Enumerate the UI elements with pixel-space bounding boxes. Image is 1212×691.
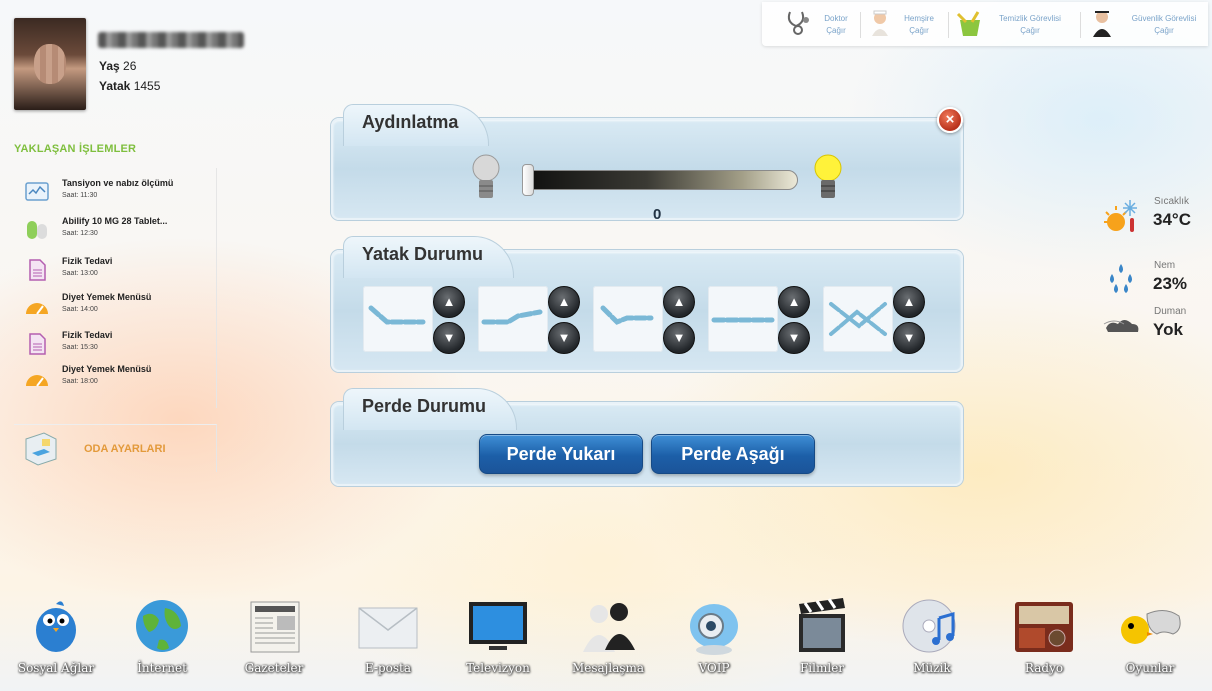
staff-call-bar: Doktor Çağır Hemşire Çağır Temizlik Göre… (762, 2, 1208, 46)
lighting-panel: Aydınlatma × 0 (331, 104, 963, 223)
dock-radio[interactable]: Radyo (1002, 596, 1086, 686)
bulb-on-icon (814, 154, 842, 198)
bed-sitting-icon (600, 305, 654, 325)
tv-icon (469, 602, 527, 650)
patient-bed: Yatak 1455 (99, 79, 161, 93)
dock-internet[interactable]: İnternet (120, 596, 204, 686)
curtain-up-button[interactable]: Perde Yukarı (479, 434, 643, 474)
clapperboard-icon (799, 598, 845, 652)
document-icon (29, 259, 46, 281)
dock-tv[interactable]: Televizyon (456, 596, 540, 686)
globe-icon (136, 600, 188, 652)
lighting-slider-track[interactable] (523, 170, 798, 190)
list-item[interactable]: Diyet Yemek Menüsü Saat: 14:00 (24, 292, 214, 324)
bed-legs-raised-icon (481, 309, 543, 325)
gauge-icon (26, 375, 48, 387)
temperature-widget: Sıcaklık 34°C (1100, 194, 1210, 240)
bed-head-up-button[interactable]: ▲ (433, 286, 465, 318)
gauge-icon (26, 303, 48, 315)
bed-flat-icon (711, 317, 775, 323)
dock-music[interactable]: Müzik (890, 596, 974, 686)
call-doctor-button[interactable]: Doktor Çağır (784, 6, 854, 42)
patient-photo (14, 18, 86, 110)
radio-icon (1015, 602, 1073, 652)
dock-games[interactable]: Oyunlar (1108, 596, 1192, 686)
list-item[interactable]: Tansiyon ve nabız ölçümü Saat: 11:30 (24, 178, 214, 210)
bed-flat-down-button[interactable]: ▼ (778, 322, 810, 354)
pill-icon (27, 221, 47, 239)
patient-age: Yaş 26 (99, 59, 137, 73)
bed-position-legs[interactable] (478, 286, 548, 352)
call-cleaning-button[interactable]: Temizlik Görevlisi Çağır (956, 6, 1074, 42)
lighting-value: 0 (653, 206, 662, 223)
dock-movies[interactable]: Filmler (780, 596, 864, 686)
music-cd-icon (902, 599, 956, 653)
bed-status-title: Yatak Durumu (343, 236, 515, 278)
upcoming-list: Tansiyon ve nabız ölçümü Saat: 11:30 Abil… (14, 168, 217, 408)
close-button[interactable]: × (937, 107, 963, 133)
newspaper-icon (250, 601, 300, 653)
bed-legs-down-button[interactable]: ▼ (548, 322, 580, 354)
bed-position-flat[interactable] (708, 286, 778, 352)
room-settings-button[interactable]: ODA AYARLARI (14, 424, 217, 472)
list-item[interactable]: Fizik Tedavi Saat: 15:30 (24, 330, 214, 362)
bed-position-sitting[interactable] (593, 286, 663, 352)
lighting-slider-handle[interactable] (522, 164, 534, 196)
curtain-panel: Perde Durumu Perde Yukarı Perde Aşağı (331, 388, 963, 486)
gamepad-icon (1121, 610, 1181, 644)
envelope-icon (358, 607, 418, 649)
cleaning-bucket-icon (956, 11, 980, 36)
smoke-widget: Duman Yok (1100, 306, 1210, 346)
patient-name-blurred (98, 32, 244, 48)
sun-snowflake-icon (1104, 200, 1137, 232)
list-item[interactable]: Diyet Yemek Menüsü Saat: 18:00 (24, 364, 214, 396)
bed-position-head[interactable] (363, 286, 433, 352)
curtain-title: Perde Durumu (343, 388, 518, 430)
room-icon (25, 432, 57, 466)
dock-voip[interactable]: VOIP (672, 596, 756, 686)
dock-messaging[interactable]: Mesajlaşma (566, 596, 650, 686)
bed-position-all[interactable] (823, 286, 893, 352)
dock-newspapers[interactable]: Gazeteler (232, 596, 316, 686)
chat-users-icon (583, 603, 635, 652)
call-nurse-button[interactable]: Hemşire Çağır (866, 6, 942, 42)
heart-monitor-icon (25, 182, 49, 201)
lighting-title: Aydınlatma (343, 104, 490, 146)
bed-sitting-down-button[interactable]: ▼ (663, 322, 695, 354)
curtain-down-button[interactable]: Perde Aşağı (651, 434, 815, 474)
dock-social[interactable]: Sosyal Ağlar (14, 596, 98, 686)
dock-email[interactable]: E-posta (346, 596, 430, 686)
document-icon (29, 333, 46, 355)
twitter-bird-icon (36, 601, 76, 652)
bed-legs-up-button[interactable]: ▲ (548, 286, 580, 318)
bed-head-down-button[interactable]: ▼ (433, 322, 465, 354)
call-security-button[interactable]: Güvenlik Görevlisi Çağır (1088, 6, 1206, 42)
list-item[interactable]: Fizik Tedavi Saat: 13:00 (24, 256, 214, 288)
list-item[interactable]: Abilify 10 MG 28 Tablet... Saat: 12:30 (24, 216, 214, 248)
nurse-icon (872, 10, 888, 36)
bed-status-panel: Yatak Durumu ▲ ▼ ▲ ▼ ▲ ▼ ▲ ▼ ▲ ▼ (331, 236, 963, 372)
doctor-stethoscope-icon (787, 11, 809, 35)
water-drops-icon (1110, 264, 1132, 293)
bed-all-down-button[interactable]: ▼ (893, 322, 925, 354)
upcoming-title: YAKLAŞAN İŞLEMLER (14, 143, 137, 155)
bed-sitting-up-button[interactable]: ▲ (663, 286, 695, 318)
webcam-icon (690, 604, 738, 655)
smoke-cloud-icon (1103, 320, 1139, 332)
security-guard-icon (1093, 11, 1111, 37)
bed-head-raised-icon (368, 305, 426, 325)
bulb-off-icon (472, 154, 500, 198)
bed-flat-up-button[interactable]: ▲ (778, 286, 810, 318)
bed-all-up-button[interactable]: ▲ (893, 286, 925, 318)
humidity-widget: Nem 23% (1100, 260, 1210, 300)
bed-all-icon (829, 302, 887, 336)
